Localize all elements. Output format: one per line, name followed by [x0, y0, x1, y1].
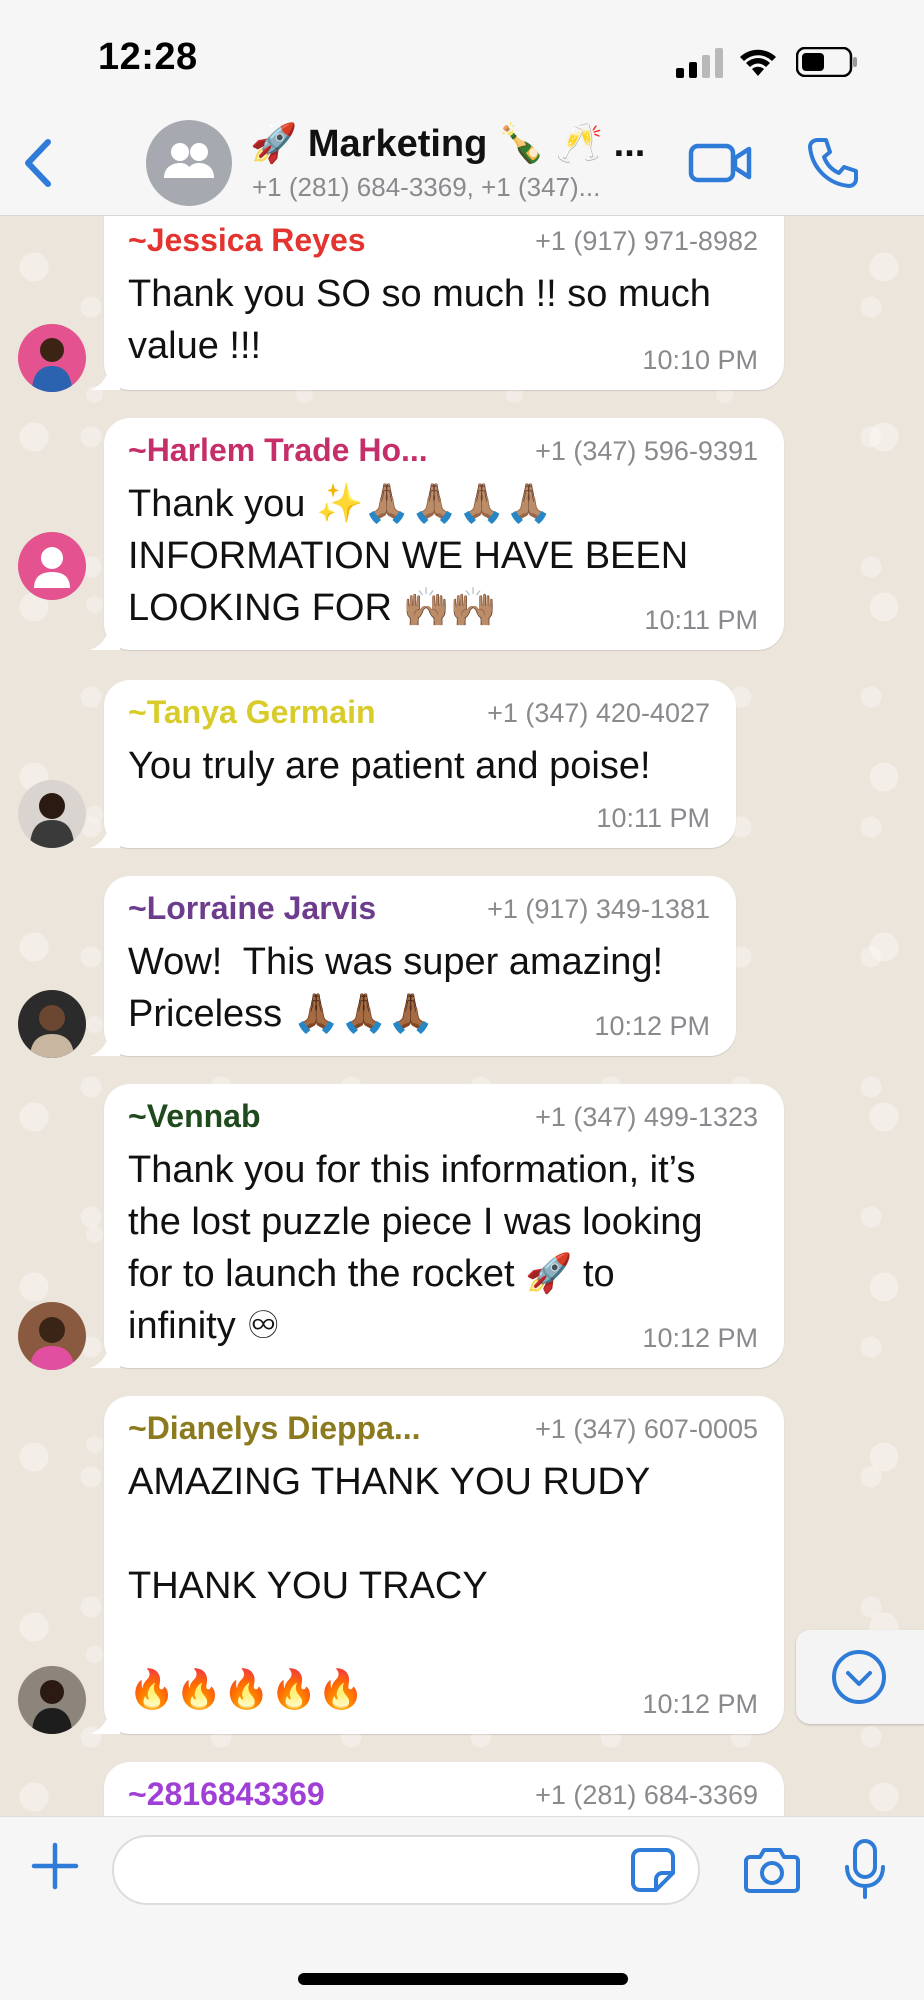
sender-name[interactable]: ~Vennab: [128, 1098, 261, 1135]
chat-area[interactable]: ~Jessica Reyes +1 (917) 971-8982 Thank y…: [0, 216, 924, 1816]
sender-name[interactable]: ~Dianelys Dieppa...: [128, 1410, 421, 1447]
sender-phone: +1 (917) 971-8982: [535, 226, 758, 256]
battery-icon: [796, 47, 857, 77]
bubble-tail: [90, 624, 120, 650]
sender-phone: +1 (281) 684-3369: [535, 1780, 758, 1810]
scroll-to-bottom-button[interactable]: [796, 1630, 924, 1724]
message-bubble[interactable]: ~Jessica Reyes +1 (917) 971-8982 Thank y…: [90, 216, 784, 390]
chat-header: 🚀 Marketing 🍾 🥂 ... +1 (281) 684-3369, +…: [0, 110, 924, 216]
avatar[interactable]: [18, 324, 86, 392]
message-text: Thank you for this information, it’s the…: [128, 1149, 703, 1347]
message-time: 10:12 PM: [594, 1011, 710, 1041]
group-avatar-icon[interactable]: [146, 120, 232, 206]
chevron-down-circle-icon: [832, 1650, 886, 1704]
message-bubble[interactable]: ~Lorraine Jarvis +1 (917) 349-1381 Wow! …: [90, 876, 736, 1056]
microphone-icon[interactable]: [842, 1839, 888, 1901]
sender-phone: +1 (347) 420-4027: [487, 698, 710, 728]
message-bubble[interactable]: ~Tanya Germain +1 (347) 420-4027 You tru…: [90, 680, 736, 848]
message-input[interactable]: [112, 1835, 700, 1905]
message-text: You truly are patient and poise!: [128, 745, 651, 787]
message-bubble[interactable]: ~Dianelys Dieppa... +1 (347) 607-0005 AM…: [90, 1396, 784, 1734]
message-time: 10:11 PM: [644, 605, 758, 635]
avatar[interactable]: [18, 1302, 86, 1370]
sender-name[interactable]: ~Jessica Reyes: [128, 222, 366, 259]
message-text: AMAZING THANK YOU RUDY THANK YOU TRACY 🔥…: [128, 1461, 651, 1711]
bubble-tail: [90, 1030, 120, 1056]
sender-phone: +1 (347) 499-1323: [535, 1102, 758, 1132]
chat-title[interactable]: 🚀 Marketing 🍾 🥂 ...: [250, 122, 670, 166]
camera-icon[interactable]: [744, 1845, 800, 1895]
chat-subtitle[interactable]: +1 (281) 684-3369, +1 (347)...: [252, 172, 672, 203]
signal-icon: [676, 48, 724, 78]
status-bar: 12:28: [0, 0, 924, 110]
message-time: 10:12 PM: [642, 1323, 758, 1353]
sender-name[interactable]: ~Tanya Germain: [128, 694, 376, 731]
status-time: 12:28: [98, 36, 198, 78]
message-time: 10:10 PM: [642, 345, 758, 375]
sender-name[interactable]: ~Harlem Trade Ho...: [128, 432, 428, 469]
phone-icon[interactable]: [806, 136, 860, 190]
sticker-icon[interactable]: [630, 1847, 676, 1893]
message-bubble[interactable]: ~Harlem Trade Ho... +1 (347) 596-9391 Th…: [90, 418, 784, 650]
video-camera-icon[interactable]: [688, 136, 752, 190]
back-chevron-icon[interactable]: [16, 134, 60, 192]
avatar[interactable]: [18, 532, 86, 600]
status-icons: [666, 44, 866, 80]
message-time: 10:12 PM: [642, 1689, 758, 1719]
home-indicator: [298, 1973, 628, 1985]
message-bubble[interactable]: ~2816843369 +1 (281) 684-3369: [104, 1762, 784, 1816]
input-bar: [0, 1816, 924, 2000]
sender-phone: +1 (917) 349-1381: [487, 894, 710, 924]
sender-phone: +1 (347) 596-9391: [535, 436, 758, 466]
avatar[interactable]: [18, 990, 86, 1058]
sender-phone: +1 (347) 607-0005: [535, 1414, 758, 1444]
bubble-tail: [90, 364, 120, 390]
message-bubble[interactable]: ~Vennab +1 (347) 499-1323 Thank you for …: [90, 1084, 784, 1368]
sender-name[interactable]: ~Lorraine Jarvis: [128, 890, 376, 927]
bubble-tail: [90, 1708, 120, 1734]
plus-icon[interactable]: [30, 1841, 80, 1891]
wifi-icon: [740, 49, 776, 76]
avatar[interactable]: [18, 780, 86, 848]
bubble-tail: [90, 822, 120, 848]
sender-name[interactable]: ~2816843369: [128, 1776, 325, 1813]
avatar[interactable]: [18, 1666, 86, 1734]
bubble-tail: [90, 1342, 120, 1368]
message-time: 10:11 PM: [596, 803, 710, 833]
